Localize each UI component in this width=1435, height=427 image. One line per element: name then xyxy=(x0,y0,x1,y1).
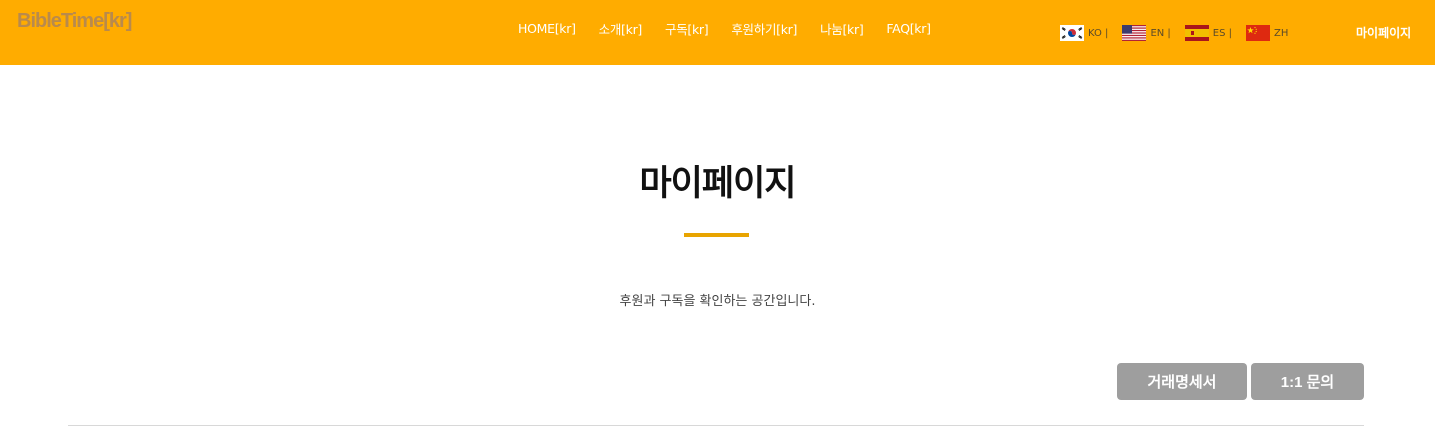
title-underline xyxy=(684,233,749,237)
nav-item-subscribe[interactable]: 구독[kr] xyxy=(665,19,709,38)
nav-item-home[interactable]: HOME[kr] xyxy=(518,21,576,36)
mypage-link[interactable]: 마이페이지 xyxy=(1356,24,1411,41)
lang-code: EN | xyxy=(1150,27,1171,39)
receipt-button[interactable]: 거래명세서 xyxy=(1117,363,1247,400)
site-logo[interactable]: BibleTime[kr] xyxy=(17,10,132,33)
lang-code: ES | xyxy=(1212,27,1233,39)
page-subtitle: 후원과 구독을 확인하는 공간입니다. xyxy=(619,294,816,309)
page-title: 마이페이지 xyxy=(639,164,796,204)
lang-option-ko[interactable]: KO | xyxy=(1060,25,1108,41)
usa-flag-icon xyxy=(1122,25,1147,41)
korea-flag-icon xyxy=(1060,25,1084,41)
nav-item-donate[interactable]: 후원하기[kr] xyxy=(731,19,797,38)
nav-item-about[interactable]: 소개[kr] xyxy=(599,19,643,38)
lang-option-es[interactable]: ES | xyxy=(1184,25,1233,41)
nav-item-faq[interactable]: FAQ[kr] xyxy=(886,21,931,36)
language-switcher: KO | EN | ES | ZH xyxy=(1060,24,1302,42)
inquiry-button[interactable]: 1:1 문의 xyxy=(1251,363,1364,400)
lang-code: KO | xyxy=(1088,27,1109,39)
lang-option-zh[interactable]: ZH xyxy=(1246,25,1288,41)
content-divider xyxy=(68,425,1364,426)
lang-code: ZH xyxy=(1274,27,1289,39)
spain-flag-icon xyxy=(1184,25,1209,41)
nav-item-share[interactable]: 나눔[kr] xyxy=(820,19,864,38)
main-nav: HOME[kr] 소개[kr] 구독[kr] 후원하기[kr] 나눔[kr] F… xyxy=(518,19,931,37)
lang-option-en[interactable]: EN | xyxy=(1122,25,1171,41)
site-header: BibleTime[kr] HOME[kr] 소개[kr] 구독[kr] 후원하… xyxy=(0,0,1435,65)
china-flag-icon xyxy=(1246,25,1271,41)
